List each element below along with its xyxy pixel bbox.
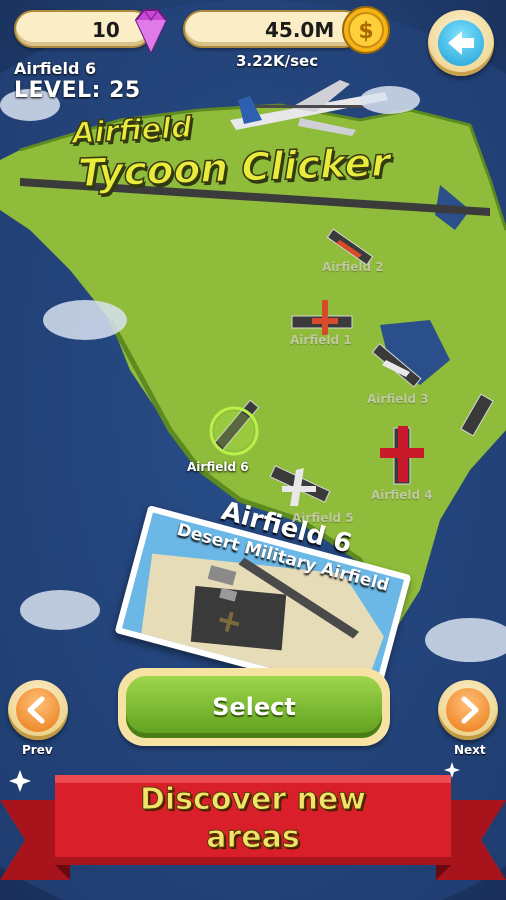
next-label: Next: [454, 743, 486, 757]
coin-count: 45.0M: [265, 18, 335, 42]
coin-icon: $: [342, 6, 390, 54]
player-level: LEVEL: 25: [14, 78, 141, 103]
map-airfield-1[interactable]: Airfield 1: [290, 333, 352, 347]
prev-button[interactable]: [8, 680, 68, 740]
chevron-right-icon: [461, 696, 479, 724]
select-button[interactable]: Select: [118, 668, 390, 746]
game-logo-line1: Airfield: [70, 109, 193, 151]
map-airfield-2[interactable]: Airfield 2: [322, 260, 384, 274]
gem-icon: [134, 9, 168, 55]
back-button[interactable]: [428, 10, 494, 76]
svg-text:$: $: [358, 19, 373, 44]
banner-line1: Discover new: [140, 782, 367, 818]
map-airfield-3[interactable]: Airfield 3: [367, 392, 429, 406]
map-airfield-6[interactable]: Airfield 6: [187, 460, 249, 474]
select-button-label: Select: [212, 693, 296, 721]
banner-line2: areas: [206, 820, 301, 856]
current-airfield-name: Airfield 6: [14, 59, 97, 78]
income-rate: 3.22K/sec: [236, 52, 319, 70]
chevron-left-icon: [27, 696, 45, 724]
next-button[interactable]: [438, 680, 498, 740]
coin-counter: 45.0M: [183, 10, 363, 48]
game-screen: 10 45.0M $ 3.22K/sec Airfield 6 LEVEL: 2…: [0, 0, 506, 900]
gem-count: 10: [92, 18, 120, 42]
prev-label: Prev: [22, 743, 53, 757]
back-arrow-icon: [448, 31, 474, 55]
map-airfield-4[interactable]: Airfield 4: [371, 488, 433, 502]
